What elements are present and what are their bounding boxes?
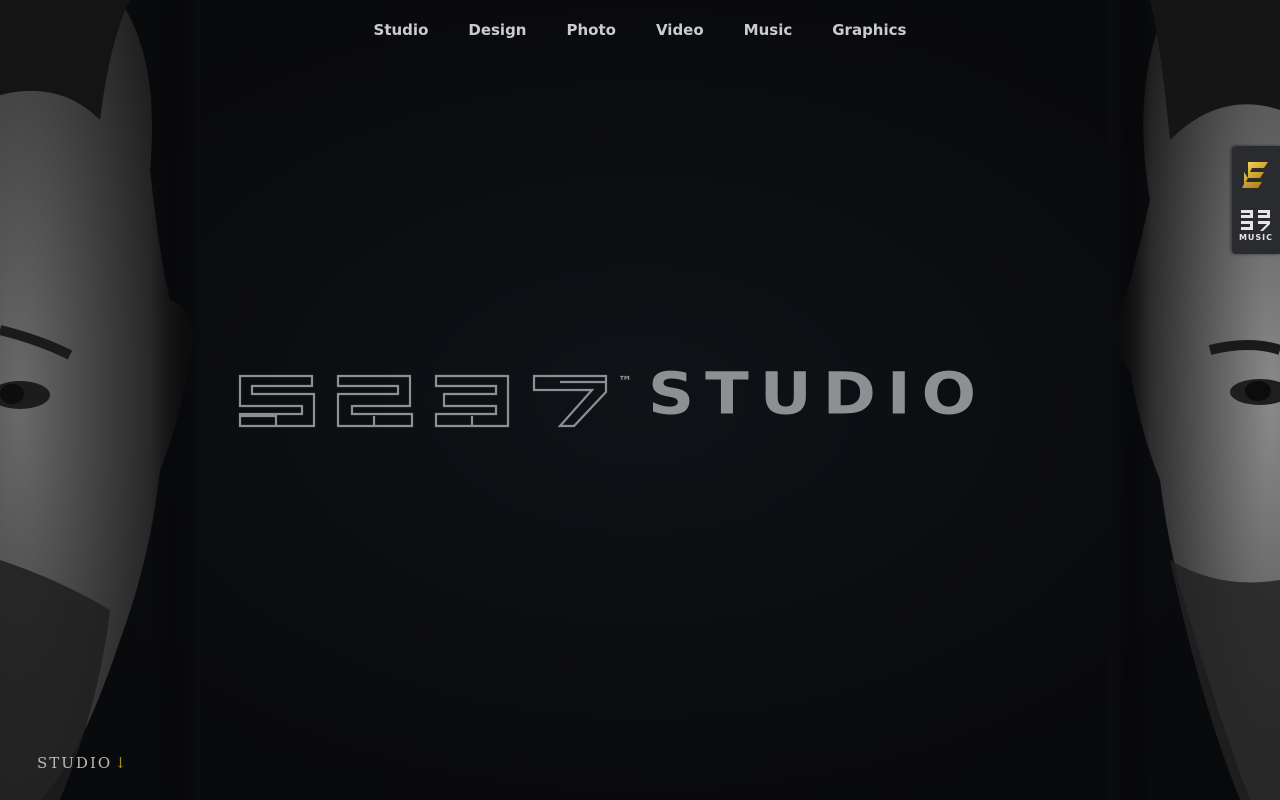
nav-item-music[interactable]: Music: [724, 18, 813, 42]
right-face-photo: [1110, 0, 1280, 800]
nav-item-design[interactable]: Design: [448, 18, 546, 42]
trademark-symbol: ™: [618, 374, 632, 390]
logo-wordmark: STUDIO: [648, 361, 988, 429]
scroll-to-studio-link[interactable]: STUDIO ↓: [37, 754, 127, 772]
logo-mark-5237: [238, 374, 608, 428]
hero-page: Studio Design Photo Video Music Graphics: [0, 0, 1280, 800]
brand-logo: ™ STUDIO: [230, 364, 1070, 444]
gold-e-icon[interactable]: [1240, 158, 1272, 192]
nav-item-studio[interactable]: Studio: [354, 18, 449, 42]
main-nav: Studio Design Photo Video Music Graphics: [0, 18, 1280, 42]
left-face-photo: [0, 0, 200, 800]
side-tab-music-label[interactable]: MUSIC: [1232, 233, 1280, 242]
5237-music-icon[interactable]: [1239, 208, 1273, 232]
nav-item-graphics[interactable]: Graphics: [812, 18, 926, 42]
arrow-down-icon: ↓: [114, 754, 127, 772]
nav-item-video[interactable]: Video: [636, 18, 724, 42]
nav-item-photo[interactable]: Photo: [547, 18, 636, 42]
section-link-label: STUDIO: [37, 754, 113, 772]
side-brand-tab: MUSIC: [1232, 146, 1280, 254]
